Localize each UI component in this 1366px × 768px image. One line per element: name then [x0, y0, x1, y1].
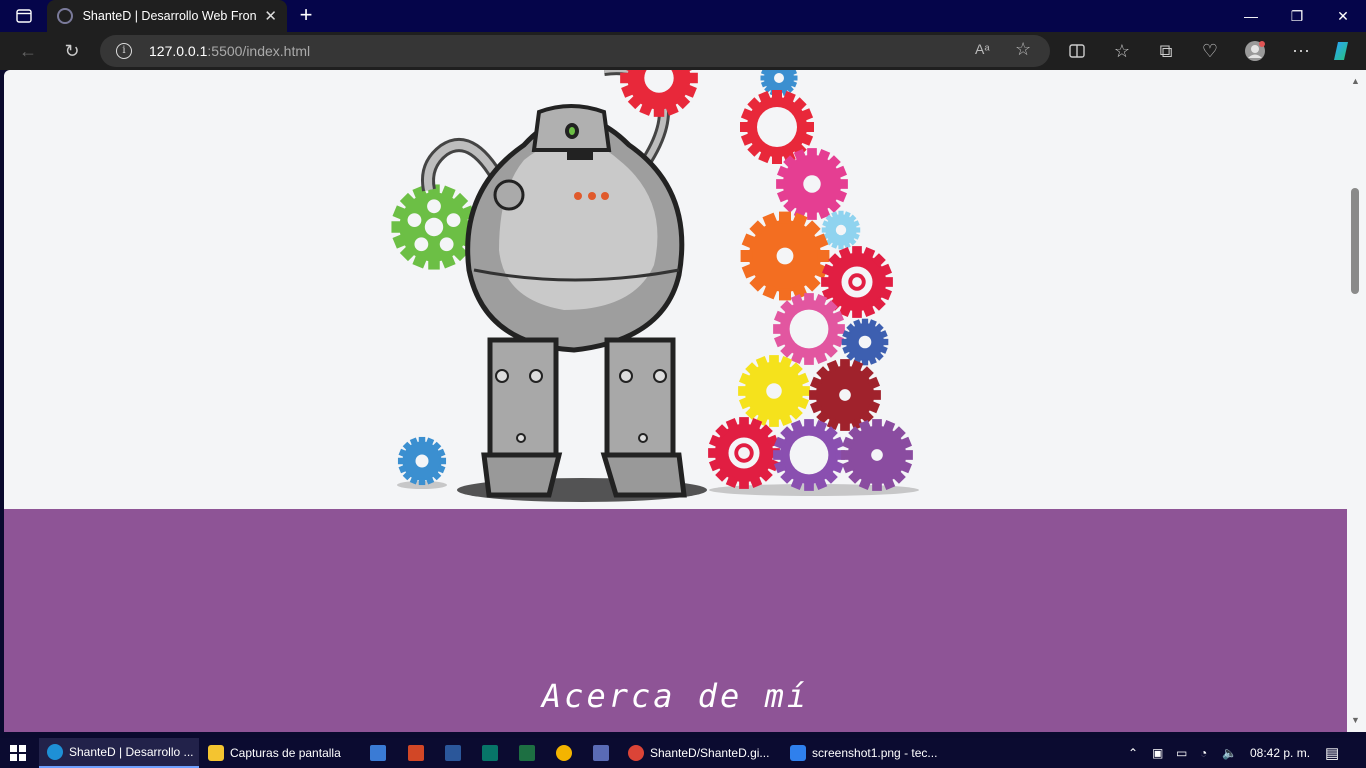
tab-actions-icon[interactable] [8, 4, 40, 28]
site-favicon-icon [57, 8, 73, 24]
scroll-up-icon[interactable]: ▲ [1351, 76, 1360, 86]
clock[interactable]: 08:42 p. m. [1250, 738, 1310, 768]
tray-chevron-icon[interactable]: ⌃ [1128, 738, 1138, 768]
taskbar-item-vscode[interactable]: screenshot1.png - tec... [782, 738, 942, 768]
minimize-button[interactable]: — [1228, 0, 1274, 32]
favorite-star-icon[interactable]: ☆ [1015, 39, 1031, 60]
favorites-icon[interactable]: ☆ [1107, 36, 1137, 66]
scrollbar-thumb[interactable] [1351, 188, 1359, 294]
address-bar[interactable]: i 127.0.0.1:5500/index.html Aᵃ ☆ [100, 35, 1050, 67]
chrome-icon[interactable] [556, 745, 572, 761]
collections-icon[interactable]: ⧉ [1151, 36, 1181, 66]
meet-now-icon[interactable]: ▣ [1152, 738, 1163, 768]
store-icon[interactable] [370, 745, 386, 761]
taskbar-item-label: Capturas de pantalla [230, 746, 341, 760]
more-menu-icon[interactable]: ⋯ [1286, 36, 1316, 66]
powerpoint-icon[interactable] [408, 745, 424, 761]
browser-tab[interactable]: ShanteD | Desarrollo Web Front-E ✕ [47, 0, 287, 32]
taskbar-item-label: ShanteD/ShanteD.gi... [650, 746, 770, 760]
excel-icon[interactable] [519, 745, 535, 761]
tab-title: ShanteD | Desarrollo Web Front-E [82, 9, 257, 23]
url-text[interactable]: 127.0.0.1:5500/index.html [149, 43, 310, 59]
page-scrollbar[interactable]: ▲ ▼ [1347, 70, 1366, 732]
volume-icon[interactable]: 🔈 [1222, 738, 1237, 768]
wifi-icon[interactable]: ◔ [1200, 738, 1207, 768]
taskbar-item-label: screenshot1.png - tec... [812, 746, 938, 760]
taskbar-item-edge[interactable]: ShanteD | Desarrollo ... [39, 738, 199, 768]
scroll-down-icon[interactable]: ▼ [1351, 715, 1360, 725]
keyboard-icon[interactable] [593, 745, 609, 761]
browser-titlebar: ShanteD | Desarrollo Web Front-E ✕ + — ❐… [0, 0, 1366, 32]
taskbar-item-label: ShanteD | Desarrollo ... [69, 745, 194, 759]
restore-button[interactable]: ❐ [1274, 0, 1320, 32]
windows-taskbar: ShanteD | Desarrollo ... Capturas de pan… [0, 738, 1366, 768]
read-aloud-icon[interactable]: Aᵃ [975, 41, 990, 57]
browser-essentials-icon[interactable]: ♡ [1195, 36, 1225, 66]
profile-avatar[interactable] [1240, 36, 1270, 66]
chrome-icon [628, 745, 644, 761]
battery-icon[interactable]: ▭ [1176, 738, 1187, 768]
page-viewport: Acerca de mí [4, 70, 1347, 732]
start-windows-icon[interactable] [10, 745, 26, 761]
new-tab-button[interactable]: + [296, 4, 316, 28]
site-info-icon[interactable]: i [116, 43, 132, 59]
word-icon[interactable] [445, 745, 461, 761]
publisher-icon[interactable] [482, 745, 498, 761]
taskbar-item-explorer[interactable]: Capturas de pantalla [200, 738, 355, 768]
split-screen-icon[interactable] [1062, 36, 1092, 66]
close-window-button[interactable]: ✕ [1320, 0, 1366, 32]
back-arrow-icon[interactable]: ← [13, 36, 43, 66]
copilot-icon[interactable] [1328, 36, 1358, 66]
about-section: Acerca de mí [4, 509, 1347, 732]
taskbar-item-chrome[interactable]: ShanteD/ShanteD.gi... [620, 738, 780, 768]
folder-icon [208, 745, 224, 761]
edge-icon [47, 744, 63, 760]
browser-toolbar: ← ↻ i 127.0.0.1:5500/index.html Aᵃ ☆ ☆ ⧉… [0, 32, 1366, 70]
notifications-icon[interactable]: ▤ [1325, 738, 1339, 768]
refresh-icon[interactable]: ↻ [57, 36, 87, 66]
about-heading: Acerca de mí [541, 677, 810, 715]
vscode-icon [790, 745, 806, 761]
robot-gears-illustration [391, 70, 919, 502]
tab-close-icon[interactable]: ✕ [264, 7, 277, 25]
